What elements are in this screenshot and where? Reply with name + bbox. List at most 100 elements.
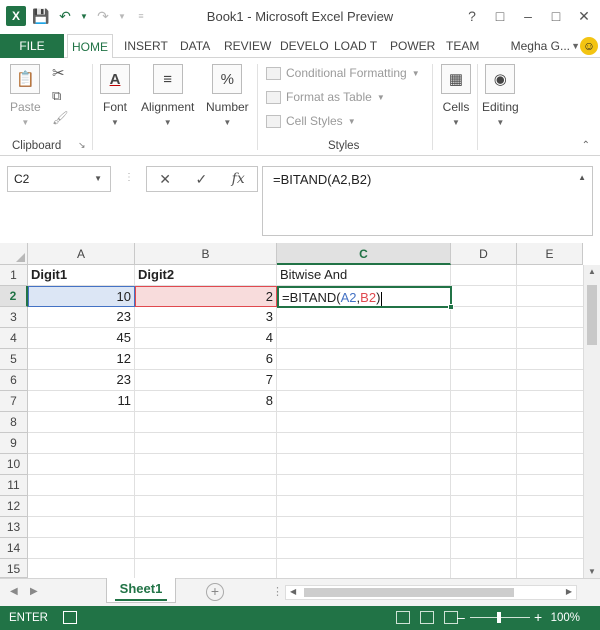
format-as-table-button[interactable]: Format as Table ▼	[266, 90, 385, 104]
scrollbar-thumb[interactable]	[304, 588, 514, 597]
tab-insert[interactable]: INSERT	[120, 34, 172, 58]
column-header-e[interactable]: E	[517, 243, 583, 265]
cell-b5[interactable]: 6	[135, 349, 277, 370]
redo-icon[interactable]: ↷	[94, 7, 112, 25]
formula-bar-grip-icon[interactable]: ⋮	[124, 172, 134, 183]
cell-b7[interactable]: 8	[135, 391, 277, 412]
redo-dropdown-icon[interactable]: ▼	[118, 7, 126, 25]
row-header[interactable]: 10	[0, 454, 28, 475]
row-header[interactable]: 12	[0, 496, 28, 517]
prev-sheet-icon[interactable]: ◀	[10, 586, 18, 597]
cell-a7[interactable]: 11	[28, 391, 135, 412]
cells-button[interactable]: ▦ Cells ▼	[441, 64, 471, 127]
cut-icon[interactable]: ✂	[52, 64, 65, 82]
column-header-d[interactable]: D	[451, 243, 517, 265]
undo-dropdown-icon[interactable]: ▼	[80, 7, 88, 25]
minimize-icon[interactable]: –	[516, 4, 540, 28]
row-header[interactable]: 1	[0, 265, 28, 286]
next-sheet-icon[interactable]: ▶	[30, 586, 38, 597]
horizontal-scrollbar[interactable]: ◀ ▶	[285, 585, 577, 600]
clipboard-launcher-icon[interactable]: ↘	[78, 140, 86, 151]
cell-c2-editing[interactable]: =BITAND(A2,B2)	[277, 286, 454, 310]
tab-data[interactable]: DATA	[176, 34, 214, 58]
row-header[interactable]: 15	[0, 559, 28, 578]
tab-review[interactable]: REVIEW	[220, 34, 275, 58]
cell-a2[interactable]: 10	[28, 286, 135, 307]
tab-developer[interactable]: DEVELO	[276, 34, 333, 58]
column-header-c[interactable]: C	[277, 243, 451, 265]
maximize-icon[interactable]: □	[544, 4, 568, 28]
row-header[interactable]: 2	[0, 286, 28, 307]
feedback-smiley-icon[interactable]: ☺	[580, 37, 598, 55]
save-icon[interactable]: 💾	[32, 7, 50, 25]
tab-file[interactable]: FILE	[0, 34, 64, 58]
number-button[interactable]: % Number ▼	[206, 64, 249, 127]
editing-button[interactable]: ◉ Editing ▼	[482, 64, 519, 127]
cell-b1[interactable]: Digit2	[135, 265, 277, 286]
conditional-formatting-button[interactable]: Conditional Formatting ▼	[266, 66, 420, 80]
insert-function-icon[interactable]: fx	[232, 171, 245, 187]
format-painter-icon[interactable]: 🖌	[52, 110, 69, 126]
cell-b3[interactable]: 3	[135, 307, 277, 328]
cell-a3[interactable]: 23	[28, 307, 135, 328]
help-icon[interactable]: ?	[460, 4, 484, 28]
row-header[interactable]: 8	[0, 412, 28, 433]
customize-qat-icon[interactable]: ≡	[132, 7, 150, 25]
tab-team[interactable]: TEAM	[442, 34, 483, 58]
row-header[interactable]: 14	[0, 538, 28, 559]
row-header[interactable]: 11	[0, 475, 28, 496]
cancel-icon[interactable]: ✕	[159, 171, 171, 188]
zoom-slider-knob[interactable]	[497, 612, 501, 623]
cell-styles-button[interactable]: Cell Styles ▼	[266, 114, 356, 128]
name-box[interactable]: C2 ▼	[7, 166, 111, 192]
ribbon-display-options-icon[interactable]: □	[488, 4, 512, 28]
row-header[interactable]: 3	[0, 307, 28, 328]
close-icon[interactable]: ✕	[572, 4, 596, 28]
font-button[interactable]: A Font ▼	[100, 64, 130, 127]
cell-c1[interactable]: Bitwise And	[277, 265, 451, 286]
undo-icon[interactable]: ↶	[56, 7, 74, 25]
tab-home[interactable]: HOME	[67, 34, 113, 59]
zoom-out-icon[interactable]: –	[457, 609, 465, 625]
user-account[interactable]: Megha G...	[511, 34, 570, 58]
zoom-level[interactable]: 100%	[551, 612, 580, 624]
tab-power[interactable]: POWER	[386, 34, 439, 58]
cell-a4[interactable]: 45	[28, 328, 135, 349]
cell-a6[interactable]: 23	[28, 370, 135, 391]
cell-b2[interactable]: 2	[135, 286, 277, 307]
chevron-down-icon[interactable]: ▼	[571, 34, 580, 58]
scroll-left-icon[interactable]: ◀	[290, 587, 296, 596]
chevron-down-icon[interactable]: ▼	[94, 174, 102, 183]
copy-icon[interactable]: ⧉	[52, 88, 61, 104]
column-header-a[interactable]: A	[28, 243, 135, 265]
expand-formula-bar-icon[interactable]: ▲	[578, 173, 586, 182]
collapse-ribbon-icon[interactable]: ⌃	[582, 140, 590, 151]
page-layout-view-icon[interactable]	[420, 611, 434, 624]
zoom-in-icon[interactable]: +	[534, 609, 542, 625]
row-header[interactable]: 4	[0, 328, 28, 349]
row-header[interactable]: 13	[0, 517, 28, 538]
cell-a1[interactable]: Digit1	[28, 265, 135, 286]
select-all-button[interactable]	[0, 243, 28, 265]
cell-b6[interactable]: 7	[135, 370, 277, 391]
tab-split-handle-icon[interactable]: ⋮	[272, 585, 283, 598]
cell-a5[interactable]: 12	[28, 349, 135, 370]
normal-view-icon[interactable]	[396, 611, 410, 624]
scrollbar-thumb[interactable]	[587, 285, 597, 345]
add-sheet-icon[interactable]: +	[206, 583, 224, 601]
cell-b4[interactable]: 4	[135, 328, 277, 349]
macro-recording-icon[interactable]	[63, 611, 77, 624]
scroll-right-icon[interactable]: ▶	[566, 587, 572, 596]
scroll-down-icon[interactable]: ▼	[584, 567, 600, 576]
row-header[interactable]: 6	[0, 370, 28, 391]
sheet-tab-sheet1[interactable]: Sheet1	[106, 578, 176, 603]
row-header[interactable]: 5	[0, 349, 28, 370]
fill-handle[interactable]	[448, 304, 454, 310]
tab-load-test[interactable]: LOAD T	[330, 34, 381, 58]
alignment-button[interactable]: ≡ Alignment ▼	[141, 64, 194, 127]
row-header[interactable]: 7	[0, 391, 28, 412]
formula-input[interactable]: =BITAND(A2,B2) ▲	[262, 166, 593, 236]
paste-button[interactable]: 📋 Paste ▼	[10, 64, 41, 127]
page-break-view-icon[interactable]	[444, 611, 458, 624]
column-header-b[interactable]: B	[135, 243, 277, 265]
